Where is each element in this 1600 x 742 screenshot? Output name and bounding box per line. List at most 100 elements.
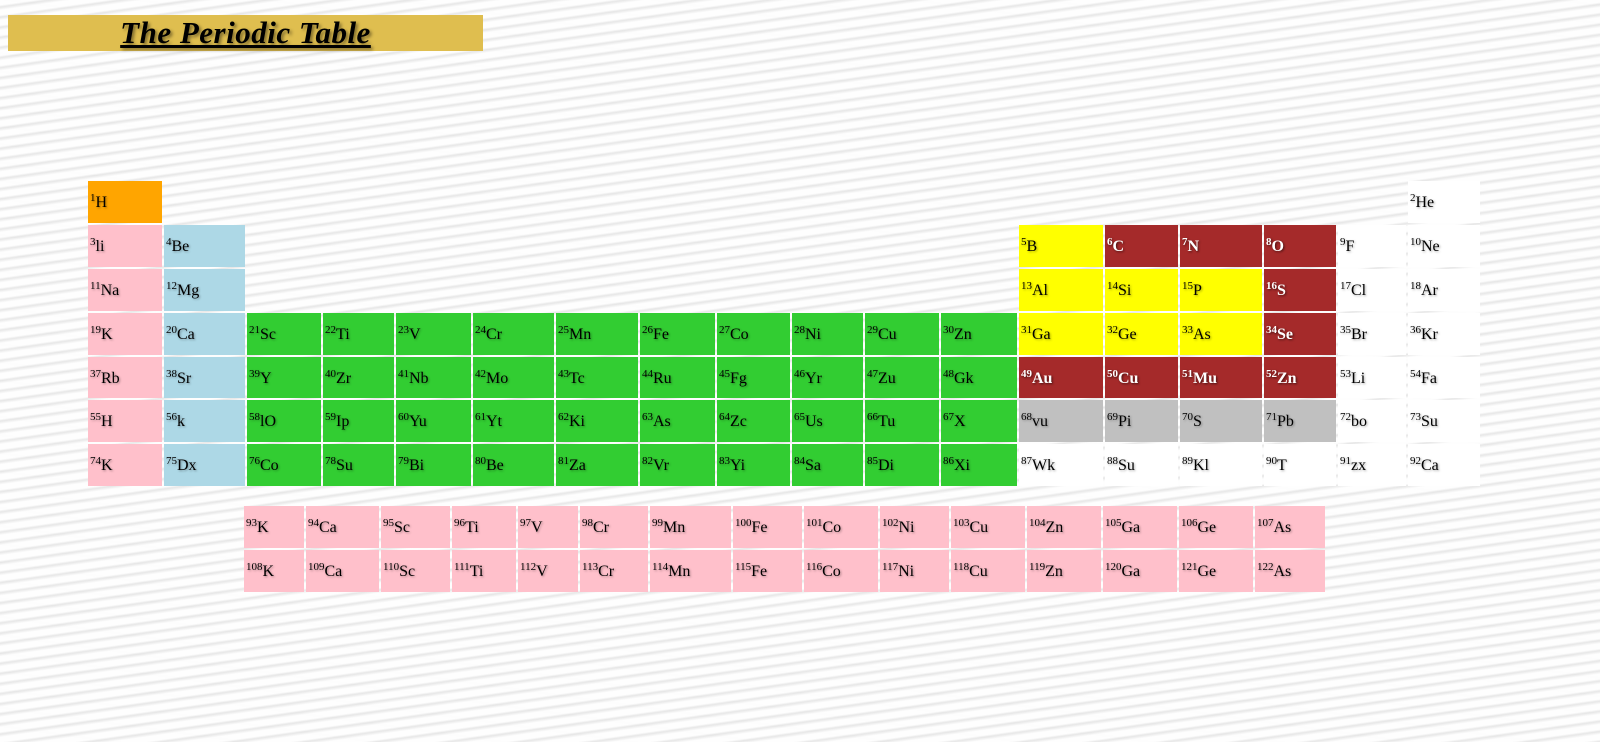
element-symbol: Bi — [409, 457, 425, 474]
element-cell: 19K — [88, 313, 162, 355]
atomic-number: 63 — [642, 411, 653, 423]
element-cell: 38Sr — [164, 357, 245, 398]
element-cell: 11Na — [88, 269, 162, 311]
atomic-number: 74 — [90, 455, 101, 467]
atomic-number: 15 — [1182, 280, 1193, 292]
element-cell: 12Mg — [164, 269, 245, 311]
element-cell: 109Ca — [306, 550, 379, 592]
element-cell: 1H — [88, 181, 162, 223]
element-symbol: S — [1277, 282, 1286, 299]
element-cell: 115Fe — [733, 550, 802, 592]
element-symbol: As — [1193, 326, 1211, 343]
element-symbol: F — [1345, 238, 1355, 255]
element-symbol: zx — [1351, 457, 1367, 474]
element-symbol: T — [1277, 457, 1287, 474]
element-symbol: Cl — [1351, 282, 1367, 299]
element-cell: 86Xi — [941, 444, 1017, 486]
atomic-number: 111 — [454, 561, 470, 573]
element-symbol: Cu — [969, 519, 989, 536]
element-symbol: Di — [878, 457, 894, 474]
atomic-number: 14 — [1107, 280, 1118, 292]
element-cell: 96Ti — [452, 506, 516, 548]
element-symbol: Dx — [177, 457, 197, 474]
element-cell: 2He — [1408, 181, 1480, 223]
atomic-number: 48 — [943, 368, 954, 380]
element-cell: 79Bi — [396, 444, 471, 486]
atomic-number: 109 — [308, 561, 325, 573]
element-cell: 73Su — [1408, 400, 1480, 442]
element-symbol: Yr — [805, 370, 822, 387]
element-symbol: Mn — [663, 519, 686, 536]
element-symbol: As — [1273, 563, 1292, 580]
element-cell: 7N — [1180, 225, 1262, 267]
element-symbol: Ga — [1032, 326, 1051, 343]
element-symbol: Mn — [569, 326, 592, 343]
element-symbol: Zn — [1045, 519, 1064, 536]
atomic-number: 86 — [943, 455, 954, 467]
element-cell: 94Ca — [306, 506, 379, 548]
element-symbol: Mn — [668, 563, 691, 580]
atomic-number: 105 — [1105, 517, 1122, 529]
element-cell: 6C — [1105, 225, 1178, 267]
element-cell: 14Si — [1105, 269, 1178, 311]
element-symbol: Cr — [598, 563, 615, 580]
atomic-number: 114 — [652, 561, 669, 573]
atomic-number: 59 — [325, 411, 336, 423]
element-cell: 56k — [164, 400, 245, 442]
element-cell: 31Ga — [1019, 313, 1103, 355]
element-cell: 16S — [1264, 269, 1336, 311]
element-symbol: Zu — [878, 370, 896, 387]
atomic-number: 108 — [246, 561, 263, 573]
element-cell: 36Kr — [1408, 313, 1480, 355]
element-cell: 50Cu — [1105, 357, 1178, 398]
atomic-number: 85 — [867, 455, 878, 467]
element-symbol: Mg — [177, 282, 200, 299]
atomic-number: 23 — [398, 324, 409, 336]
element-symbol: As — [653, 413, 671, 430]
element-cell: 35Br — [1338, 313, 1406, 355]
atomic-number: 30 — [943, 324, 954, 336]
element-symbol: Ge — [1197, 563, 1217, 580]
element-cell: 107As — [1255, 506, 1325, 548]
atomic-number: 103 — [953, 517, 970, 529]
element-symbol: Ga — [1121, 563, 1141, 580]
element-symbol: Fe — [653, 326, 669, 343]
atomic-number: 12 — [166, 280, 177, 292]
atomic-number: 68 — [1021, 411, 1032, 423]
atomic-number: 120 — [1105, 561, 1122, 573]
atomic-number: 112 — [520, 561, 537, 573]
element-cell: 43Tc — [556, 357, 638, 398]
element-symbol: N — [1187, 238, 1200, 255]
element-cell: 53Li — [1338, 357, 1406, 398]
element-symbol: Su — [336, 457, 353, 474]
atomic-number: 83 — [719, 455, 730, 467]
element-symbol: Li — [1351, 370, 1366, 387]
element-cell: 34Se — [1264, 313, 1336, 355]
element-symbol: Su — [1118, 457, 1135, 474]
atomic-number: 94 — [308, 517, 319, 529]
element-cell: 8O — [1264, 225, 1336, 267]
atomic-number: 80 — [475, 455, 486, 467]
atomic-number: 11 — [90, 280, 101, 292]
page-title: The Periodic Table — [120, 15, 371, 50]
atomic-number: 104 — [1029, 517, 1046, 529]
element-cell: 113Cr — [580, 550, 648, 592]
atomic-number: 82 — [642, 455, 653, 467]
element-symbol: Co — [260, 457, 279, 474]
element-symbol: K — [101, 326, 113, 343]
element-symbol: Us — [805, 413, 823, 430]
atomic-number: 52 — [1266, 368, 1277, 380]
atomic-number: 88 — [1107, 455, 1118, 467]
element-cell: 108K — [244, 550, 304, 592]
element-symbol: lO — [260, 413, 276, 430]
element-cell: 83Yi — [717, 444, 790, 486]
atomic-number: 72 — [1340, 411, 1351, 423]
element-symbol: Ru — [653, 370, 672, 387]
atomic-number: 34 — [1266, 324, 1277, 336]
atomic-number: 121 — [1181, 561, 1198, 573]
atomic-number: 32 — [1107, 324, 1118, 336]
element-cell: 70S — [1180, 400, 1262, 442]
element-symbol: Ca — [319, 519, 337, 536]
atomic-number: 75 — [166, 455, 177, 467]
title-banner: The Periodic Table — [8, 15, 483, 51]
